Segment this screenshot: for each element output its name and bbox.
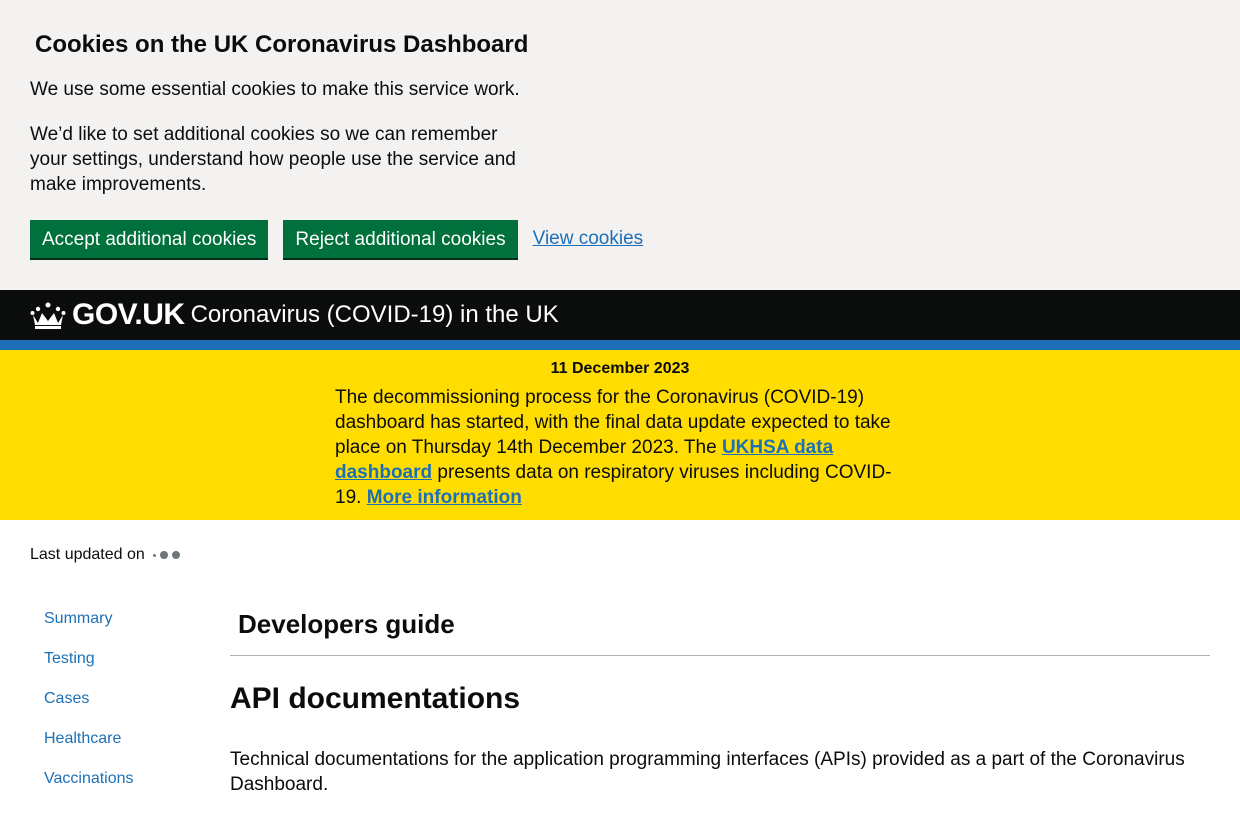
sidebar-item-vaccinations: Vaccinations [44, 769, 134, 789]
decommission-announcement: 11 December 2023 The decommissioning pro… [0, 350, 1240, 520]
more-information-link[interactable]: More information [367, 487, 522, 508]
sidebar-item-summary: Summary [44, 609, 134, 629]
main-content: Developers guide API documentations Tech… [230, 604, 1210, 797]
sidebar-link-cases[interactable]: Cases [44, 690, 89, 707]
last-updated: Last updated on [30, 546, 1240, 564]
sidebar-link-summary[interactable]: Summary [44, 610, 112, 627]
section-description: Technical documentations for the applica… [230, 749, 1185, 795]
view-cookies-link[interactable]: View cookies [533, 228, 644, 250]
loading-dots-icon [152, 551, 180, 559]
sidebar-link-testing[interactable]: Testing [44, 650, 95, 667]
sidebar-item-cases: Cases [44, 689, 134, 709]
side-navigation: Summary Testing Cases Healthcare Vaccina… [44, 609, 134, 809]
cookie-banner-text-additional: We’d like to set additional cookies so w… [30, 124, 516, 195]
loading-dot [152, 553, 156, 557]
section-heading: API documentations [230, 682, 521, 715]
crown-icon [30, 301, 66, 329]
govuk-logo-link[interactable]: GOV.UK [72, 298, 185, 332]
sidebar-item-healthcare: Healthcare [44, 729, 134, 749]
loading-dot [159, 551, 168, 559]
announcement-message: The decommissioning process for the Coro… [335, 385, 910, 510]
announcement-date: 11 December 2023 [550, 360, 690, 377]
sidebar-link-healthcare[interactable]: Healthcare [44, 730, 121, 747]
main-area: Summary Testing Cases Healthcare Vaccina… [0, 564, 1240, 824]
site-header: GOV.UK Coronavirus (COVID-19) in the UK [0, 290, 1240, 350]
cookie-banner-actions: Accept additional cookies Reject additio… [30, 220, 643, 258]
page-title: Developers guide [238, 609, 455, 639]
cookie-banner: Cookies on the UK Coronavirus Dashboard … [0, 0, 1240, 290]
sidebar-link-vaccinations[interactable]: Vaccinations [44, 770, 134, 787]
cookie-banner-title: Cookies on the UK Coronavirus Dashboard [35, 31, 529, 58]
cookie-banner-text-essential: We use some essential cookies to make th… [30, 79, 520, 100]
reject-cookies-button[interactable]: Reject additional cookies [283, 220, 518, 258]
sidebar-item-testing: Testing [44, 649, 134, 669]
accept-cookies-button[interactable]: Accept additional cookies [30, 220, 269, 258]
loading-dot [171, 551, 180, 559]
title-divider [230, 655, 1210, 656]
service-name-link[interactable]: Coronavirus (COVID-19) in the UK [191, 301, 559, 329]
last-updated-label: Last updated on [30, 546, 145, 563]
